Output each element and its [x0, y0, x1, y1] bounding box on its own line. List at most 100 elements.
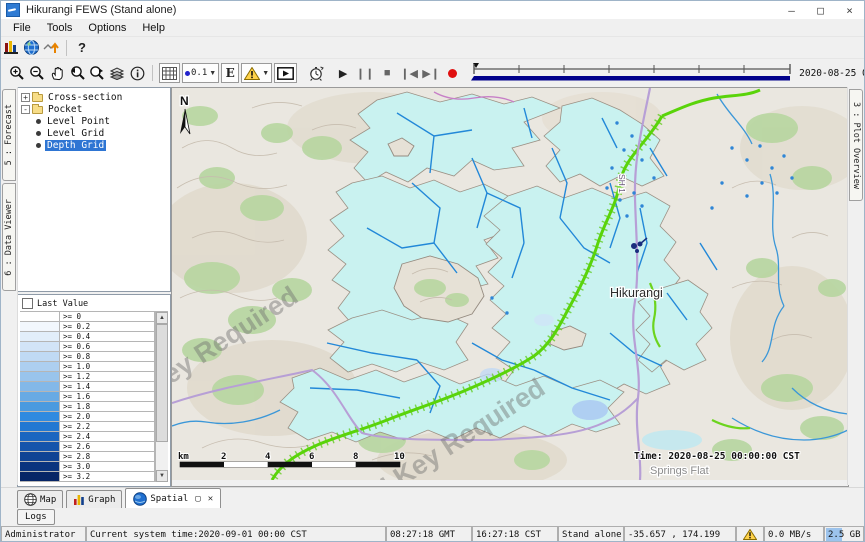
- maximize-button[interactable]: □: [806, 1, 835, 19]
- tree-item-cross-section[interactable]: + Cross-section: [20, 91, 168, 103]
- legend-row-label: >= 0.8: [60, 352, 155, 361]
- toolbar-separator: [66, 40, 67, 56]
- left-tab-strip: 5 : Forecast 6 : Data Viewer: [1, 87, 18, 485]
- scrollbar-thumb[interactable]: [156, 324, 168, 442]
- legend-row-label: >= 1.8: [60, 402, 155, 411]
- legend-color-swatch: [20, 352, 60, 361]
- timeline-datetime: 2020-08-25 00:00:00 CST: [799, 68, 865, 79]
- legend-row[interactable]: >= 0.6: [20, 342, 155, 352]
- tab-map-label: Map: [40, 495, 56, 505]
- zoom-previous-icon[interactable]: [67, 64, 87, 82]
- tree-expander-icon[interactable]: -: [21, 105, 30, 114]
- tree-item-label: Cross-section: [46, 92, 124, 103]
- tab-map[interactable]: Map: [17, 490, 63, 508]
- zoom-out-icon[interactable]: [27, 64, 47, 82]
- tab-close-icon[interactable]: ✕: [208, 494, 213, 504]
- town-label: Hikurangi: [610, 286, 663, 300]
- menu-tools[interactable]: Tools: [39, 22, 81, 34]
- logs-button[interactable]: Logs: [17, 509, 55, 525]
- menu-bar: FileToolsOptionsHelp: [1, 19, 864, 37]
- last-value-checkbox-row[interactable]: Last Value: [20, 297, 168, 310]
- legend-row[interactable]: >= 1.8: [20, 402, 155, 412]
- legend-row[interactable]: >= 1.0: [20, 362, 155, 372]
- folder-icon: [32, 94, 43, 102]
- menu-file[interactable]: File: [5, 22, 39, 34]
- animate-button[interactable]: [274, 63, 297, 83]
- svg-text:2: 2: [221, 452, 226, 462]
- legend-row-label: >= 2.8: [60, 452, 155, 461]
- help-button[interactable]: ?: [72, 39, 92, 57]
- pan-hand-icon[interactable]: [47, 64, 67, 82]
- status-warning[interactable]: [736, 526, 764, 542]
- tab-data-viewer[interactable]: 6 : Data Viewer: [2, 183, 16, 291]
- legend-row[interactable]: >= 1.2: [20, 372, 155, 382]
- legend-row[interactable]: >= 1.4: [20, 382, 155, 392]
- svg-text:4: 4: [265, 452, 271, 462]
- database-status-icon[interactable]: [1, 39, 21, 57]
- legend-row-label: >= 3.0: [60, 462, 155, 471]
- legend-row-label: >= 0: [60, 312, 155, 321]
- status-user: Administrator: [1, 526, 86, 542]
- tab-restore-icon[interactable]: ▢: [195, 494, 200, 504]
- map-display-icon[interactable]: [21, 39, 41, 57]
- tab-plot-overview[interactable]: 3 : Plot Overview: [849, 89, 863, 201]
- tree-item-pocket[interactable]: -Pocket: [20, 103, 168, 115]
- tree-item-level-point[interactable]: Level Point: [20, 115, 168, 127]
- scroll-down-icon[interactable]: ▼: [156, 470, 168, 482]
- thresholds-dropdown[interactable]: ▼: [241, 63, 272, 83]
- animation-scheduler-icon[interactable]: [306, 64, 326, 82]
- status-network-speed: 0.0 MB/s: [764, 526, 824, 542]
- legend-row[interactable]: >= 2.0: [20, 412, 155, 422]
- tree-item-depth-grid[interactable]: Depth Grid: [20, 139, 168, 151]
- tree-view[interactable]: + Cross-section-PocketLevel PointLevel Gr…: [17, 87, 171, 292]
- tab-forecast[interactable]: 5 : Forecast: [2, 89, 16, 181]
- step-forward-button[interactable]: ▶❙: [420, 67, 442, 80]
- warning-icon: [743, 529, 757, 540]
- toolbar-separator: [152, 65, 153, 81]
- legend-table: >= 0>= 0.2>= 0.4>= 0.6>= 0.8>= 1.0>= 1.2…: [20, 311, 168, 482]
- tab-spatial[interactable]: Spatial ▢ ✕: [125, 488, 221, 508]
- timeseries-import-icon[interactable]: [41, 39, 61, 57]
- legend-row-label: >= 2.2: [60, 422, 155, 431]
- legend-row[interactable]: >= 1.6: [20, 392, 155, 402]
- play-button[interactable]: ▶: [332, 67, 354, 80]
- zoom-in-icon[interactable]: [7, 64, 27, 82]
- zoom-next-icon[interactable]: [87, 64, 107, 82]
- info-icon[interactable]: [127, 64, 147, 82]
- legend-scrollbar[interactable]: ▲ ▼: [155, 312, 168, 482]
- node-bullet-icon: [36, 143, 41, 148]
- tree-item-label: Level Grid: [45, 128, 106, 139]
- tree-expander-icon[interactable]: +: [21, 93, 30, 102]
- minimize-button[interactable]: –: [777, 1, 806, 19]
- map-view[interactable]: API Key Required API Key Required Hikura…: [171, 87, 849, 487]
- legend-row[interactable]: >= 3.0: [20, 462, 155, 472]
- last-value-checkbox[interactable]: [22, 298, 33, 309]
- legend-row[interactable]: >= 0.2: [20, 322, 155, 332]
- tree-item-label: Depth Grid: [45, 140, 106, 151]
- layers-icon[interactable]: [107, 64, 127, 82]
- menu-options[interactable]: Options: [80, 22, 134, 34]
- application-window: Hikurangi FEWS (Stand alone) – □ × FileT…: [0, 0, 865, 542]
- legend-row[interactable]: >= 2.4: [20, 432, 155, 442]
- record-button[interactable]: [448, 69, 457, 78]
- scroll-up-icon[interactable]: ▲: [156, 312, 168, 324]
- legend-row[interactable]: >= 2.2: [20, 422, 155, 432]
- legend-row[interactable]: >= 0.8: [20, 352, 155, 362]
- tab-graph[interactable]: Graph: [66, 490, 122, 508]
- step-back-button[interactable]: ❙◀: [398, 67, 420, 80]
- legend-row[interactable]: >= 2.8: [20, 452, 155, 462]
- map-canvas[interactable]: API Key Required API Key Required Hikura…: [172, 88, 848, 480]
- elevation-button[interactable]: E: [221, 63, 239, 83]
- tree-item-level-grid[interactable]: Level Grid: [20, 127, 168, 139]
- close-button[interactable]: ×: [835, 1, 864, 19]
- legend-row[interactable]: >= 0.4: [20, 332, 155, 342]
- grid-display-button[interactable]: [159, 63, 180, 83]
- legend-row[interactable]: >= 0: [20, 312, 155, 322]
- contour-value-dropdown[interactable]: 0.1 ▼: [182, 63, 219, 83]
- legend-row[interactable]: >= 3.2: [20, 472, 155, 482]
- menu-help[interactable]: Help: [134, 22, 173, 34]
- pause-button[interactable]: ❙❙: [354, 67, 376, 80]
- stop-button[interactable]: ■: [376, 67, 398, 79]
- legend-row[interactable]: >= 2.6: [20, 442, 155, 452]
- time-slider[interactable]: [471, 62, 793, 85]
